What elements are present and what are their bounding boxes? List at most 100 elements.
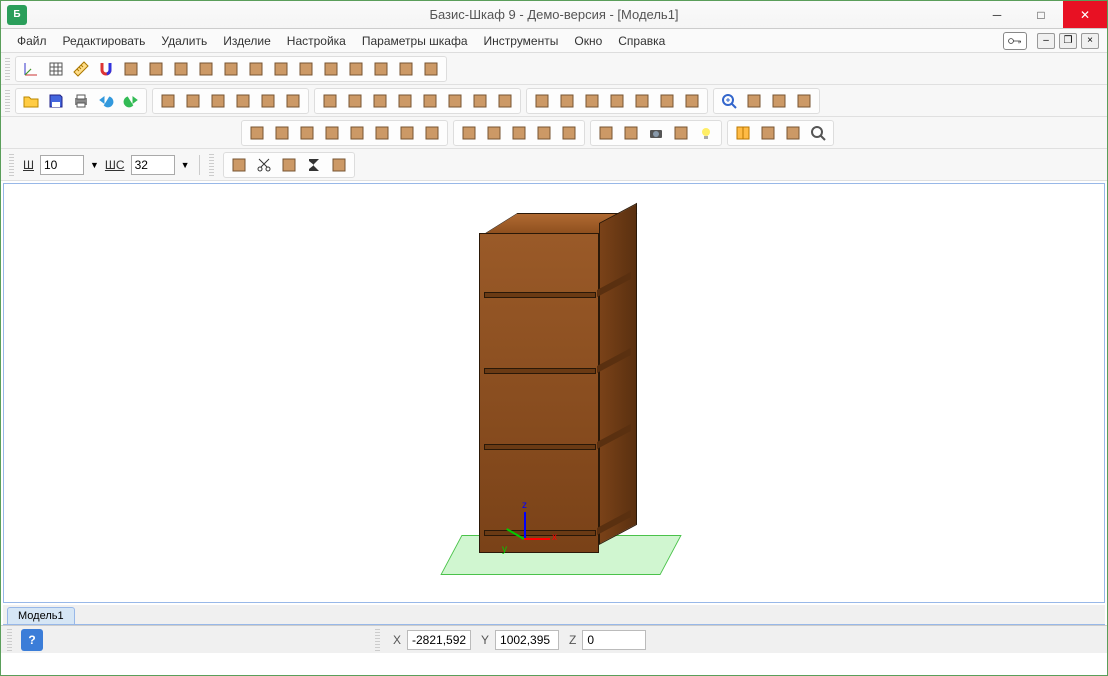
size-icon[interactable] [792, 89, 816, 113]
book-icon[interactable] [731, 121, 755, 145]
menu-product[interactable]: Изделие [215, 32, 279, 50]
box6-icon[interactable] [281, 89, 305, 113]
width-s-input[interactable] [131, 155, 175, 175]
zoom-icon[interactable] [717, 89, 741, 113]
ungroup-icon[interactable] [555, 89, 579, 113]
mirror-icon[interactable] [394, 57, 418, 81]
menu-cabinet-params[interactable]: Параметры шкафа [354, 32, 476, 50]
box3-icon[interactable] [206, 89, 230, 113]
spring3-icon[interactable] [630, 89, 654, 113]
panel1-icon[interactable] [369, 57, 393, 81]
toolbar-handle[interactable] [7, 629, 12, 651]
cube2[interactable] [270, 121, 294, 145]
spring1-icon[interactable] [580, 89, 604, 113]
cube1[interactable] [245, 121, 269, 145]
logo-icon[interactable] [227, 153, 251, 177]
cube4[interactable] [320, 121, 344, 145]
magnet-icon[interactable] [94, 57, 118, 81]
mdi-minimize-button[interactable]: – [1037, 33, 1055, 49]
door4-icon[interactable] [393, 89, 417, 113]
width-input[interactable] [40, 155, 84, 175]
snap1-icon[interactable] [119, 57, 143, 81]
cut-icon[interactable] [252, 153, 276, 177]
wire1[interactable] [507, 121, 531, 145]
line3-icon[interactable] [244, 57, 268, 81]
box2-icon[interactable] [181, 89, 205, 113]
flip-icon[interactable] [419, 57, 443, 81]
grid2[interactable] [594, 121, 618, 145]
panel-icon[interactable] [493, 89, 517, 113]
menu-window[interactable]: Окно [566, 32, 610, 50]
window-icon[interactable] [767, 89, 791, 113]
undo-icon[interactable] [94, 89, 118, 113]
line2-icon[interactable] [219, 57, 243, 81]
help-button[interactable]: ? [21, 629, 43, 651]
dely-icon[interactable] [319, 57, 343, 81]
menu-tools[interactable]: Инструменты [476, 32, 567, 50]
menu-help[interactable]: Справка [610, 32, 673, 50]
mdi-close-button[interactable]: × [1081, 33, 1099, 49]
camera-icon[interactable] [644, 121, 668, 145]
wire2[interactable] [532, 121, 556, 145]
toolbar-handle[interactable] [375, 629, 380, 651]
door1-icon[interactable] [318, 89, 342, 113]
box1-icon[interactable] [156, 89, 180, 113]
search-icon[interactable] [806, 121, 830, 145]
list-icon[interactable] [680, 89, 704, 113]
cube5[interactable] [345, 121, 369, 145]
view1[interactable] [619, 121, 643, 145]
save-icon[interactable] [44, 89, 68, 113]
security-key-icon[interactable] [1003, 32, 1027, 50]
wire3[interactable] [557, 121, 581, 145]
tex2[interactable] [482, 121, 506, 145]
link-icon[interactable] [277, 153, 301, 177]
move-icon[interactable] [395, 121, 419, 145]
catalog-icon[interactable] [756, 121, 780, 145]
menu-settings[interactable]: Настройка [279, 32, 354, 50]
toolbar-handle[interactable] [9, 154, 14, 176]
snap2-icon[interactable] [144, 57, 168, 81]
hinge-icon[interactable] [443, 89, 467, 113]
grid-icon[interactable] [44, 57, 68, 81]
document-tab[interactable]: Модель1 [7, 607, 75, 624]
people-icon[interactable] [327, 153, 351, 177]
calc-icon[interactable] [781, 121, 805, 145]
axes-icon[interactable] [19, 57, 43, 81]
toolbar-handle[interactable] [209, 154, 214, 176]
fit-icon[interactable] [742, 89, 766, 113]
print-icon[interactable] [69, 89, 93, 113]
door5-icon[interactable] [418, 89, 442, 113]
door3-icon[interactable] [368, 89, 392, 113]
spring4-icon[interactable] [655, 89, 679, 113]
maximize-button[interactable]: □ [1019, 1, 1063, 28]
tex1[interactable] [457, 121, 481, 145]
wheel-icon[interactable] [468, 89, 492, 113]
folder2-icon[interactable] [669, 121, 693, 145]
door2-icon[interactable] [343, 89, 367, 113]
redo-icon[interactable] [119, 89, 143, 113]
refresh-icon[interactable] [370, 121, 394, 145]
close-button[interactable]: ✕ [1063, 1, 1107, 28]
snap3-icon[interactable] [169, 57, 193, 81]
spring2-icon[interactable] [605, 89, 629, 113]
minimize-button[interactable]: ─ [975, 1, 1019, 28]
delx-icon[interactable] [294, 57, 318, 81]
rotate-icon[interactable] [420, 121, 444, 145]
ruler-icon[interactable] [69, 57, 93, 81]
toolbar-handle[interactable] [5, 90, 10, 112]
menu-edit[interactable]: Редактировать [55, 32, 154, 50]
viewport-3d[interactable]: z x y [3, 183, 1105, 603]
menu-delete[interactable]: Удалить [153, 32, 215, 50]
box5-icon[interactable] [256, 89, 280, 113]
cube3[interactable] [295, 121, 319, 145]
sigma-icon[interactable] [302, 153, 326, 177]
mdi-restore-button[interactable]: ❐ [1059, 33, 1077, 49]
toolbar-handle[interactable] [5, 58, 10, 80]
parallel-icon[interactable] [269, 57, 293, 81]
bulb-icon[interactable] [694, 121, 718, 145]
box4-icon[interactable] [231, 89, 255, 113]
menu-file[interactable]: Файл [9, 32, 55, 50]
square-icon[interactable] [344, 57, 368, 81]
open-icon[interactable] [19, 89, 43, 113]
group-icon[interactable] [530, 89, 554, 113]
